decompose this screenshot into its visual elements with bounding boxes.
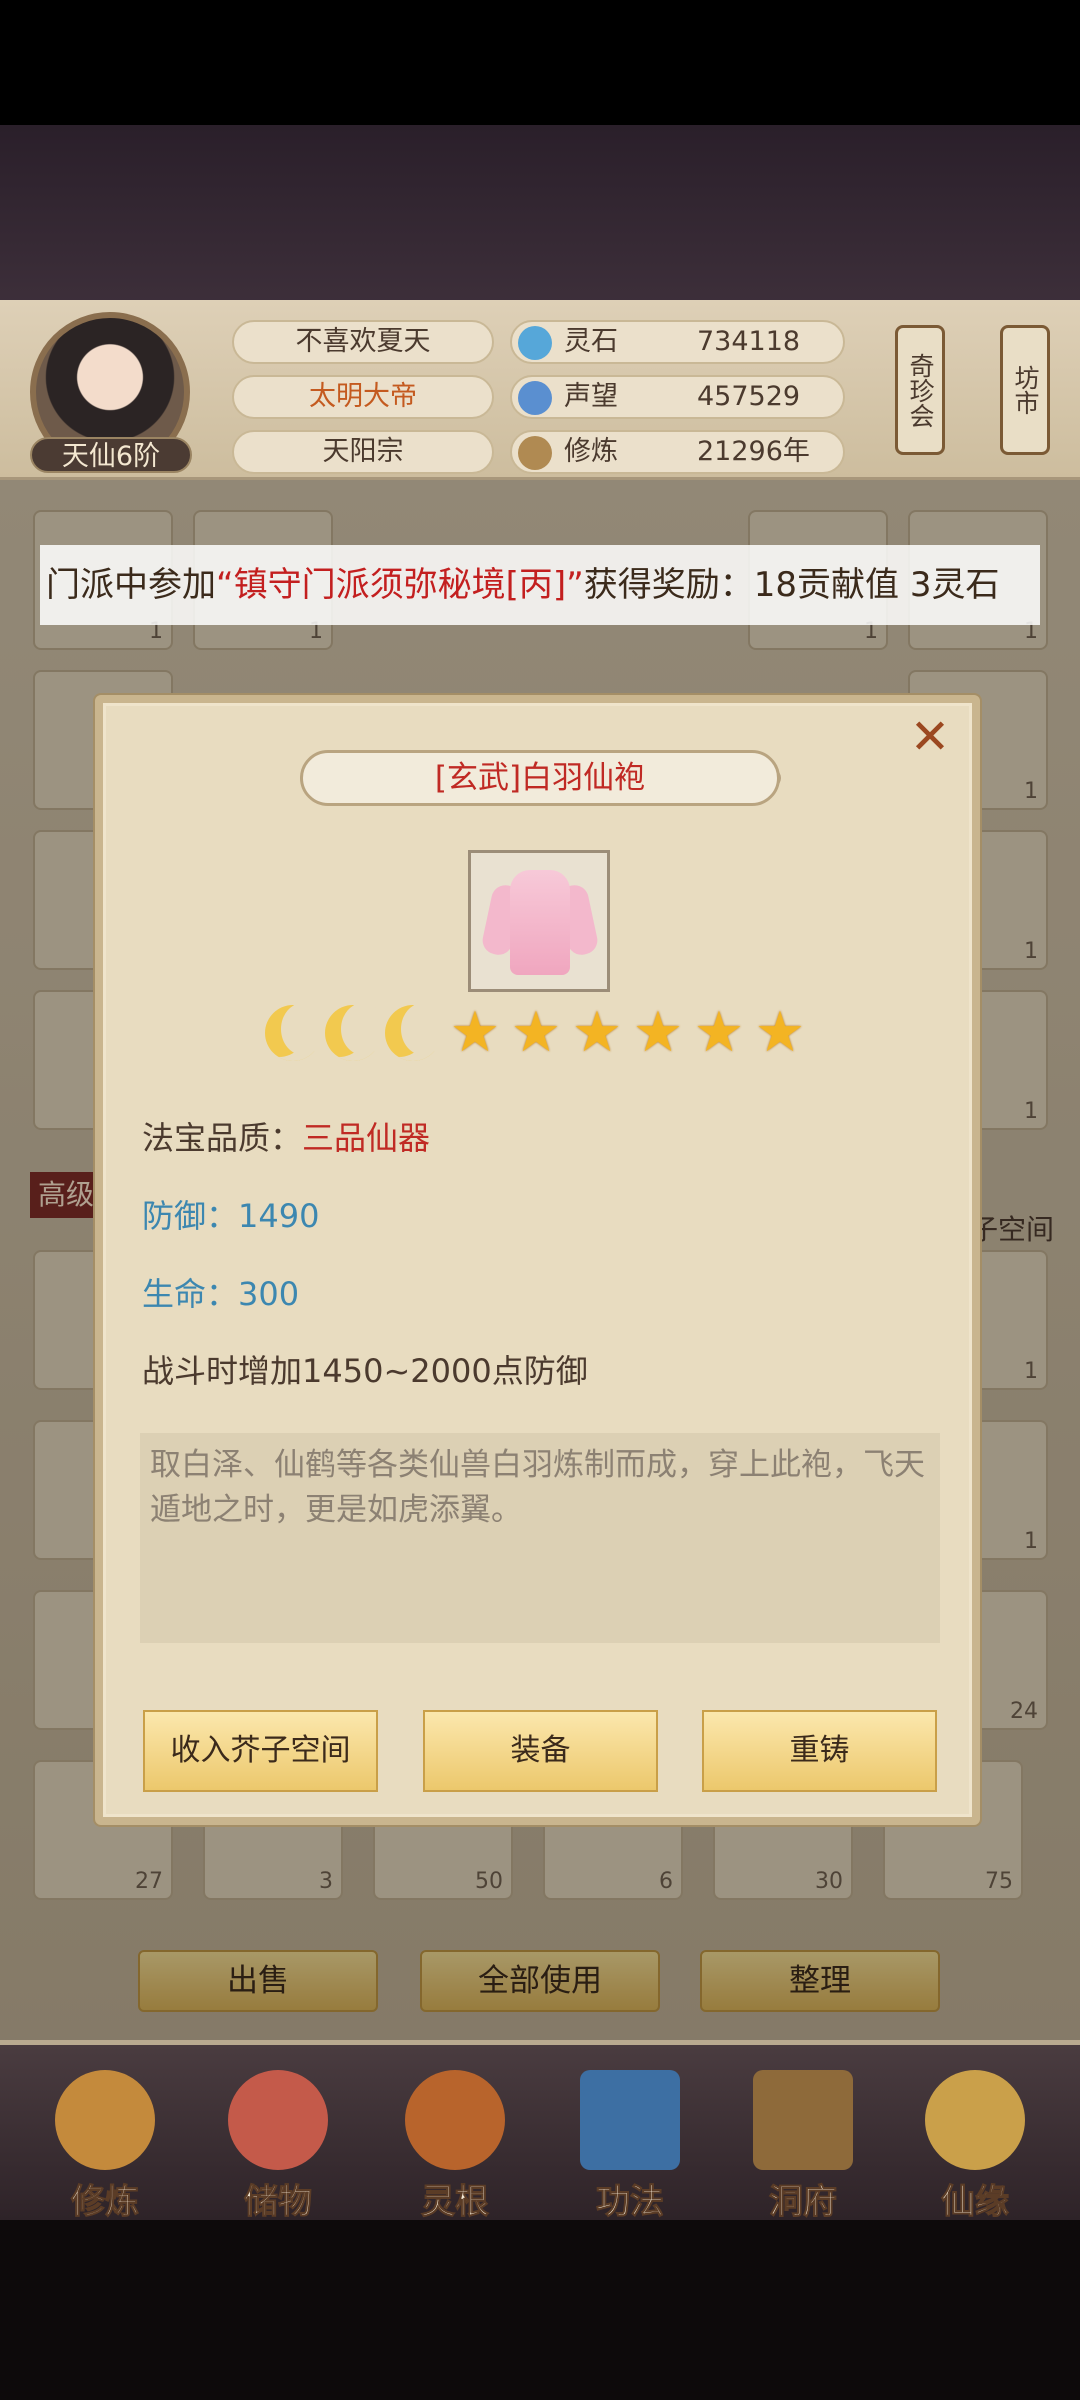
treasure-auction-button[interactable]: 奇珍会	[895, 325, 945, 455]
cultivation-icon	[55, 2070, 155, 2170]
star-icon: ★	[632, 1000, 684, 1065]
store-in-space-button[interactable]: 收入芥子空间	[143, 1710, 378, 1792]
stat-cultivation: 修炼 21296年	[510, 430, 845, 474]
market-button[interactable]: 坊市	[1000, 325, 1050, 455]
storage-bag-icon	[228, 2070, 328, 2170]
nav-item-immortal-fate[interactable]: 仙缘	[905, 2070, 1045, 2223]
player-sect: 天阳宗	[232, 430, 494, 474]
spirit-root-icon	[405, 2070, 505, 2170]
nav-item-technique[interactable]: 功法	[560, 2070, 700, 2223]
nav-item-cultivation[interactable]: 修炼	[35, 2070, 175, 2223]
moon-icon	[325, 1003, 385, 1061]
item-quality: 法宝品质：三品仙器	[142, 1119, 431, 1157]
star-icon: ★	[754, 1000, 806, 1065]
nav-item-cave-abode[interactable]: 洞府	[733, 2070, 873, 2223]
spirit-stone-icon	[518, 326, 552, 360]
item-life: 生命：300	[142, 1275, 300, 1313]
player-title: 太明大帝	[232, 375, 494, 419]
stat-spirit-stone: 灵石 734118	[510, 320, 845, 364]
item-name: [玄武]白羽仙袍	[434, 760, 646, 796]
item-effect: 战斗时增加1450~2000点防御	[142, 1352, 588, 1390]
technique-book-icon	[580, 2070, 680, 2170]
moon-icon	[385, 1003, 445, 1061]
equip-button[interactable]: 装备	[423, 1710, 658, 1792]
item-description: 取白泽、仙鹤等各类仙兽白羽炼制而成，穿上此袍，飞天遁地之时，更是如虎添翼。	[150, 1447, 925, 1528]
star-icon: ★	[449, 1000, 501, 1065]
item-rating: ★ ★ ★ ★ ★ ★	[265, 1000, 825, 1069]
reward-notification: 门派中参加“镇守门派须弥秘境[丙]”获得奖励：18贡献值 3灵石	[40, 545, 1040, 625]
rank-badge: 天仙6阶	[30, 437, 192, 473]
moon-icon	[265, 1003, 325, 1061]
star-icon: ★	[693, 1000, 745, 1065]
status-bar-area	[0, 0, 1080, 125]
item-defense: 防御：1490	[142, 1197, 320, 1235]
star-icon: ★	[510, 1000, 562, 1065]
stat-prestige: 声望 457529	[510, 375, 845, 419]
notification-text: 门派中参加“镇守门派须弥秘境[丙]”获得奖励：18贡献值 3灵石	[46, 565, 1000, 605]
close-icon[interactable]: ✕	[905, 712, 955, 762]
prestige-icon	[518, 381, 552, 415]
system-nav-area	[0, 2220, 1080, 2400]
player-name: 不喜欢夏天	[232, 320, 494, 364]
reforge-button[interactable]: 重铸	[702, 1710, 937, 1792]
nav-item-spirit-root[interactable]: 灵根	[385, 2070, 525, 2223]
nav-item-storage[interactable]: 储物	[208, 2070, 348, 2223]
immortal-fate-icon	[925, 2070, 1025, 2170]
scene-backdrop	[0, 125, 1080, 305]
star-icon: ★	[571, 1000, 623, 1065]
cave-abode-icon	[753, 2070, 853, 2170]
meditation-icon	[518, 436, 552, 470]
